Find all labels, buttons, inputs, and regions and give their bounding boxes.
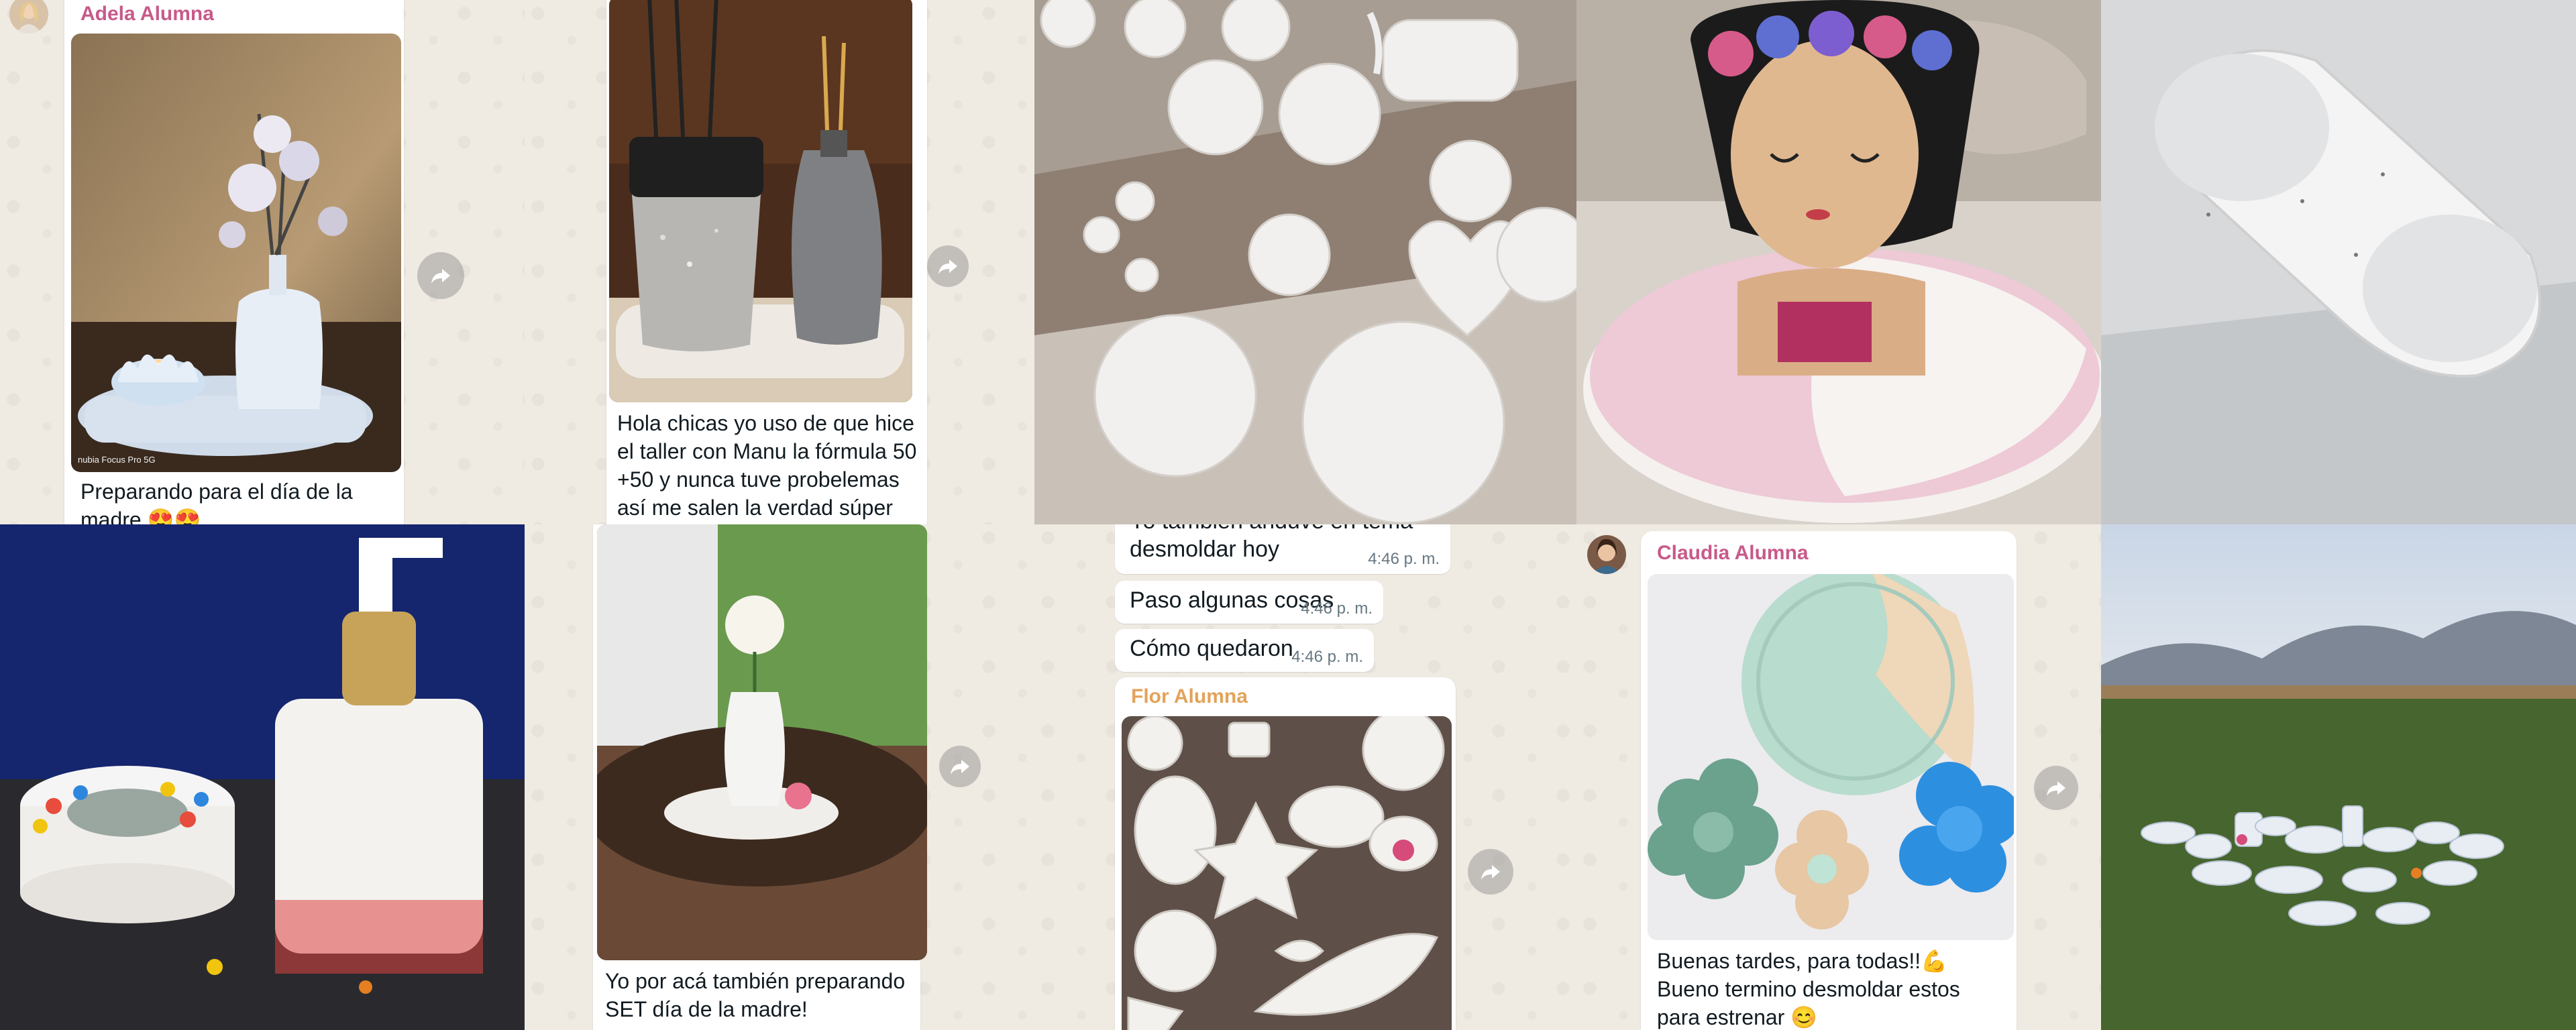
message-bubble[interactable]: Yo también anduve en tema desmoldar hoy … (1115, 524, 1450, 574)
message-caption: Preparando para el día de la madre 😍😍 (80, 479, 353, 524)
avatar[interactable] (9, 0, 48, 34)
sender-name: Flor Alumna (1131, 685, 1248, 707)
message-time: 4:46 p. m. (1301, 599, 1373, 618)
forward-button[interactable] (927, 245, 969, 287)
diffuser-and-candle-tray-photo[interactable]: nubia Focus Pro 5G (71, 34, 401, 472)
message-time: 4:46 p. m. (1368, 550, 1440, 568)
avatar[interactable] (1587, 535, 1626, 574)
plaster-trays-photo[interactable] (1122, 716, 1452, 1030)
message-text: Cómo quedaron (1130, 636, 1293, 661)
forward-button[interactable] (2034, 766, 2078, 810)
message-caption: Yo por acá también preparando SET día de… (605, 969, 906, 1021)
forward-icon (431, 269, 450, 284)
message-bubble[interactable]: Cómo quedaron 4:46 p. m. (1115, 629, 1374, 672)
message-bubble[interactable]: Paso algunas cosas 4:46 p. m. (1115, 581, 1383, 624)
forward-button[interactable] (417, 252, 464, 299)
chat-tile-claudia: Claudia Alumna Buenas tardes, para todas… (1576, 524, 2101, 1030)
forward-button[interactable] (939, 746, 981, 787)
soap-dispenser-and-succulent-photo[interactable] (0, 524, 525, 1030)
forward-button[interactable] (1468, 849, 1513, 895)
chat-tile-flor: Yo también anduve en tema desmoldar hoy … (1034, 524, 1576, 1030)
forward-icon (951, 760, 969, 775)
chat-tile-formula: Hola chicas yo uso de que hice el taller… (525, 0, 1034, 524)
sender-name: Adela Alumna (80, 3, 214, 25)
forward-icon (2047, 781, 2065, 796)
frida-bust-planter-photo[interactable] (1576, 0, 2101, 524)
green-tray-and-flowers-photo[interactable] (1648, 574, 2014, 940)
sender-name: Claudia Alumna (1657, 542, 1809, 564)
vase-on-wood-tray-photo[interactable] (597, 524, 927, 960)
double-candle-holder-photo[interactable] (2101, 0, 2576, 524)
message-caption: Hola chicas yo uso de que hice el taller… (617, 411, 917, 524)
photo-watermark: nubia Focus Pro 5G (78, 455, 156, 465)
forward-icon (938, 260, 957, 274)
forward-icon (1481, 865, 1500, 880)
message-time: 4:46 p. m. (1291, 648, 1363, 666)
message-caption-line: Bueno termino desmoldar estos para estre… (1657, 977, 1960, 1029)
diffuser-set-photo[interactable] (609, 0, 912, 402)
pieces-on-grass-photo[interactable] (2101, 524, 2576, 1030)
chat-tile-set-madre: Yo por acá también preparando SET día de… (525, 524, 1034, 1030)
plaster-pieces-collection-photo[interactable] (1034, 0, 1576, 524)
message-caption-line: Buenas tardes, para todas!!💪 (1657, 949, 1947, 973)
chat-tile-adela: Adela Alumna nubia Focus Pro 5G Preparan… (0, 0, 525, 524)
message-caption: Buenas tardes, para todas!!💪 Bueno termi… (1657, 947, 2006, 1030)
